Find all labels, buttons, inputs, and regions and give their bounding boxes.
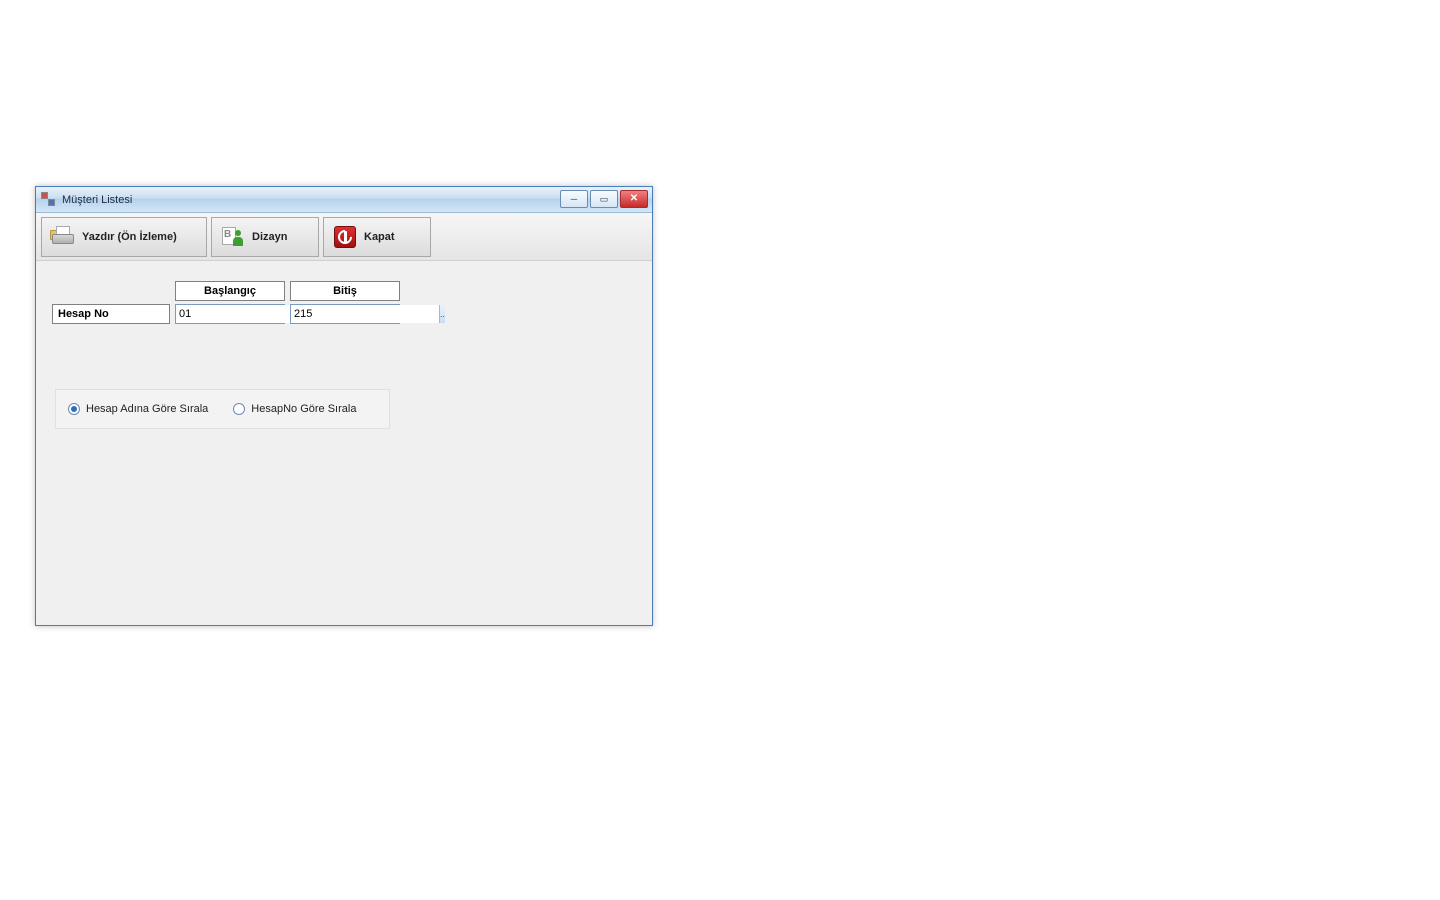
titlebar[interactable]: Müşteri Listesi ─ ▭ ✕ xyxy=(36,187,652,213)
sort-by-no-radio[interactable]: HesapNo Göre Sırala xyxy=(233,403,356,415)
close-button[interactable]: Kapat xyxy=(323,217,431,257)
end-input-group: .. xyxy=(290,304,400,324)
radio-unchecked-icon xyxy=(233,403,245,415)
customer-list-window: Müşteri Listesi ─ ▭ ✕ Yazdır (Ön İzleme) xyxy=(35,186,653,626)
end-column-header: Bitiş xyxy=(290,281,400,301)
minimize-button[interactable]: ─ xyxy=(560,190,588,208)
close-icon: ✕ xyxy=(630,194,638,204)
sort-by-name-radio[interactable]: Hesap Adına Göre Sırala xyxy=(68,403,208,415)
sort-by-name-label: Hesap Adına Göre Sırala xyxy=(86,403,208,415)
print-button-label: Yazdır (Ön İzleme) xyxy=(82,231,177,243)
close-button-label: Kapat xyxy=(364,231,395,243)
window-controls: ─ ▭ ✕ xyxy=(560,190,648,208)
app-icon xyxy=(41,192,57,208)
printer-icon xyxy=(50,224,76,250)
sort-options-panel: Hesap Adına Göre Sırala HesapNo Göre Sır… xyxy=(55,389,390,429)
power-icon xyxy=(332,224,358,250)
window-title: Müşteri Listesi xyxy=(62,194,132,206)
content-area: Başlangıç Bitiş Hesap No .. .. Hesap Adı… xyxy=(36,261,652,625)
radio-checked-icon xyxy=(68,403,80,415)
print-preview-button[interactable]: Yazdır (Ön İzleme) xyxy=(41,217,207,257)
close-window-button[interactable]: ✕ xyxy=(620,190,648,208)
design-icon: B xyxy=(220,224,246,250)
filter-grid: Başlangıç Bitiş Hesap No .. .. xyxy=(52,281,638,324)
start-input-group: .. xyxy=(175,304,285,324)
design-button-label: Dizayn xyxy=(252,231,287,243)
sort-by-no-label: HesapNo Göre Sırala xyxy=(251,403,356,415)
minimize-icon: ─ xyxy=(571,195,577,204)
end-lookup-button[interactable]: .. xyxy=(439,305,445,323)
account-no-label: Hesap No xyxy=(52,304,170,324)
toolbar: Yazdır (Ön İzleme) B Dizayn Kapat xyxy=(36,213,652,261)
maximize-button[interactable]: ▭ xyxy=(590,190,618,208)
maximize-icon: ▭ xyxy=(600,195,609,204)
start-column-header: Başlangıç xyxy=(175,281,285,301)
end-account-input[interactable] xyxy=(291,305,439,323)
design-button[interactable]: B Dizayn xyxy=(211,217,319,257)
